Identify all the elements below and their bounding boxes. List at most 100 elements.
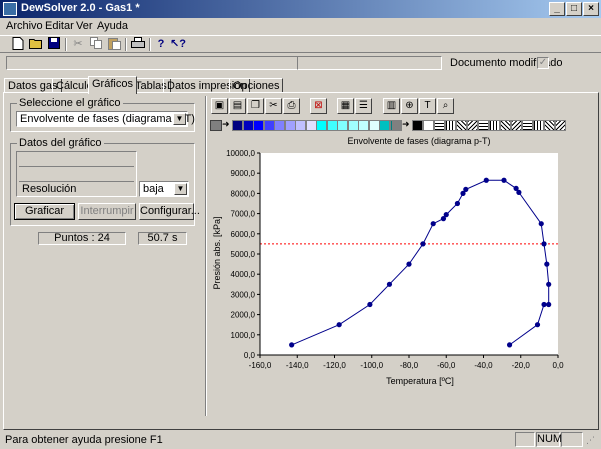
table-icon[interactable]: ☰ — [355, 98, 372, 114]
chart-select-value: Envolvente de fases (diagrama p-T) — [20, 113, 195, 125]
color-swatch[interactable] — [263, 120, 275, 131]
menu-archivo[interactable]: Archivo — [6, 20, 43, 32]
panel-splitter[interactable] — [205, 96, 207, 416]
paste-icon[interactable] — [106, 37, 122, 52]
phase-envelope-chart: Envolvente de fases (diagrama p-T) -160,… — [210, 133, 568, 395]
resolucion-value: baja — [143, 183, 164, 195]
menu-bar: Archivo Editar Ver Ayuda — [0, 18, 601, 35]
grid-icon[interactable]: ▦ — [337, 98, 354, 114]
fill-color-button[interactable] — [210, 120, 222, 131]
cut-icon[interactable]: ✂ — [70, 37, 86, 52]
y-tick-label: 6000,0 — [231, 230, 256, 239]
color-swatch[interactable] — [316, 120, 327, 131]
tab-opciones[interactable]: Opciones — [229, 78, 284, 93]
chevron-down-icon[interactable]: ▼ — [173, 113, 186, 125]
maximize-button[interactable]: □ — [566, 2, 582, 16]
toolbar-separator — [125, 38, 127, 51]
color-swatch[interactable] — [326, 120, 338, 131]
save-chart-icon[interactable]: ▣ — [211, 98, 228, 114]
x-tick-label: -80,0 — [400, 361, 419, 370]
pattern-swatch[interactable] — [555, 120, 566, 131]
chevron-down-icon[interactable]: ▼ — [174, 183, 187, 195]
chart-select[interactable]: Envolvente de fases (diagrama p-T) ▼ — [16, 111, 195, 127]
arrow-right-icon: ➜ — [402, 119, 410, 129]
documento-modificado-checkbox[interactable]: ✓ — [537, 57, 549, 69]
menu-ayuda[interactable]: Ayuda — [97, 20, 128, 32]
resize-grip-icon[interactable]: ⋰ — [586, 434, 598, 446]
pattern-swatch[interactable] — [467, 120, 478, 131]
data-point — [289, 342, 295, 348]
color-swatch[interactable] — [305, 120, 317, 131]
statusbar-num: NUM — [536, 432, 563, 447]
color-swatch[interactable] — [368, 120, 380, 131]
data-point — [406, 261, 412, 267]
y-tick-label: 8000,0 — [231, 189, 256, 198]
resolucion-label: Resolución — [22, 183, 77, 195]
graficar-button[interactable]: Graficar — [14, 203, 75, 220]
color-swatch[interactable] — [295, 120, 306, 131]
pattern-swatch[interactable] — [511, 120, 522, 131]
color-swatch[interactable] — [347, 120, 359, 131]
statusbar-cell-scrl — [561, 432, 583, 447]
color-swatch[interactable] — [242, 120, 254, 131]
copy-chart-icon[interactable]: ❐ — [247, 98, 264, 114]
configurar-button[interactable]: Configurar... — [139, 203, 200, 220]
pattern-color-button[interactable] — [392, 120, 402, 131]
pattern-swatch[interactable] — [533, 120, 544, 131]
resolucion-select[interactable]: baja ▼ — [139, 181, 189, 197]
menu-ver[interactable]: Ver — [76, 20, 93, 32]
pattern-swatch[interactable] — [423, 120, 434, 131]
pattern-swatch[interactable] — [445, 120, 456, 131]
pattern-swatch[interactable] — [456, 120, 467, 131]
data-point — [541, 241, 547, 247]
pattern-swatch[interactable] — [500, 120, 511, 131]
print-icon[interactable] — [130, 37, 146, 52]
context-help-icon[interactable]: ↖? — [170, 37, 186, 52]
y-tick-label: 7000,0 — [231, 210, 256, 219]
color-swatch[interactable] — [232, 120, 243, 131]
cut-chart-icon[interactable]: ✂ — [265, 98, 282, 114]
color-swatch[interactable] — [337, 120, 348, 131]
close-button[interactable]: × — [583, 2, 599, 16]
color-swatch[interactable] — [284, 120, 296, 131]
magnifier-icon[interactable]: ⌕ — [437, 98, 454, 114]
pattern-swatch[interactable] — [522, 120, 533, 131]
export-chart-icon[interactable]: ▤ — [229, 98, 246, 114]
pattern-swatch[interactable] — [489, 120, 500, 131]
x-tick-label: 0,0 — [552, 361, 564, 370]
chart-data-list[interactable]: Resolución — [16, 151, 137, 197]
tab-graficos[interactable]: Gráficos — [88, 76, 137, 94]
series-color-icon[interactable]: ⊠ — [310, 98, 327, 114]
print-chart-icon[interactable]: ⎙ — [283, 98, 300, 114]
data-point — [544, 261, 550, 267]
new-file-icon[interactable] — [10, 37, 26, 52]
data-icon[interactable]: ▥ — [383, 98, 400, 114]
pattern-swatch[interactable] — [478, 120, 489, 131]
save-icon[interactable] — [46, 37, 62, 52]
y-tick-label: 1000,0 — [231, 331, 256, 340]
minimize-button[interactable]: _ — [549, 2, 565, 16]
copy-icon[interactable] — [88, 37, 104, 52]
help-icon[interactable]: ? — [153, 37, 169, 52]
interrumpir-button[interactable]: Interrumpir — [78, 203, 136, 220]
color-swatch[interactable] — [253, 120, 264, 131]
color-swatch[interactable] — [379, 120, 390, 131]
puntos-readout: Puntos : 24 — [38, 232, 126, 245]
pattern-swatch[interactable] — [412, 120, 423, 131]
statusbar-cell-caps — [515, 432, 535, 447]
data-point — [483, 177, 489, 183]
data-point — [336, 322, 342, 328]
y-tick-label: 10000,0 — [226, 149, 255, 158]
data-point — [443, 212, 449, 218]
pattern-swatch[interactable] — [434, 120, 445, 131]
pattern-swatch[interactable] — [544, 120, 555, 131]
text-tool-icon[interactable]: T — [419, 98, 436, 114]
y-tick-label: 2000,0 — [231, 311, 256, 320]
zoom-icon[interactable]: ⊕ — [401, 98, 418, 114]
open-folder-icon[interactable] — [28, 37, 44, 52]
data-point — [506, 342, 513, 348]
toolbar-separator — [149, 38, 151, 51]
color-swatch[interactable] — [358, 120, 369, 131]
menu-editar[interactable]: Editar — [45, 20, 74, 32]
color-swatch[interactable] — [274, 120, 285, 131]
